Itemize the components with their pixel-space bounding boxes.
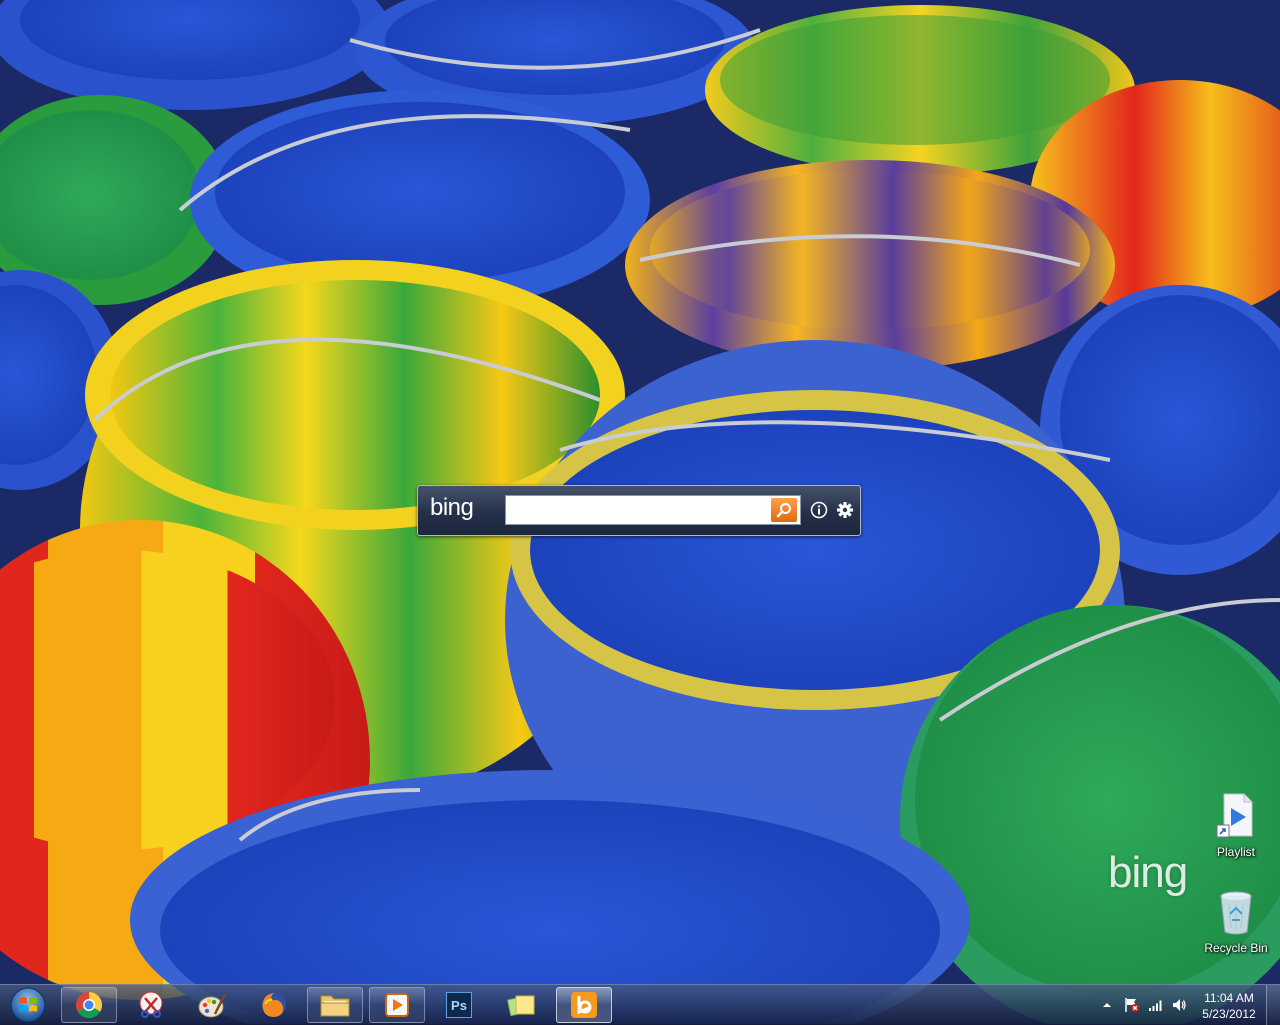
tray-network[interactable]	[1148, 997, 1164, 1018]
taskbar-button-sticky-notes[interactable]	[493, 987, 549, 1023]
paint-icon	[198, 993, 227, 1018]
bing-search-button[interactable]	[771, 498, 797, 522]
media-player-icon	[385, 993, 409, 1017]
desktop-icon-playlist[interactable]: Playlist	[1204, 792, 1268, 859]
clock-time: 11:04 AM	[1204, 991, 1254, 1005]
recycle-bin-icon	[1220, 891, 1252, 935]
bing-search-input[interactable]	[505, 495, 801, 525]
desktop-icon-label: Playlist	[1216, 845, 1255, 859]
tray-volume[interactable]	[1171, 997, 1187, 1018]
taskbar: Ps 11:04 AM 5/23/2012	[0, 984, 1280, 1025]
sticky-notes-icon	[506, 995, 535, 1017]
desktop-icon-label: Recycle Bin	[1204, 941, 1268, 955]
photoshop-icon: Ps	[446, 992, 472, 1018]
info-icon	[810, 501, 828, 519]
bing-watermark-logo: bing	[1108, 848, 1188, 897]
windows-start-orb	[10, 987, 46, 1023]
bing-logo: bing	[430, 494, 474, 521]
wireless-signal-icon	[1149, 1000, 1162, 1011]
taskbar-button-paint[interactable]	[184, 987, 240, 1023]
search-icon	[776, 503, 791, 518]
folder-icon	[320, 995, 350, 1017]
bing-desktop-search-bar: bing	[417, 485, 861, 536]
taskbar-button-chrome[interactable]	[61, 987, 117, 1023]
firefox-icon	[262, 993, 286, 1017]
taskbar-button-snipping-tool[interactable]	[123, 987, 179, 1023]
taskbar-clock[interactable]: 11:04 AM 5/23/2012	[1196, 990, 1262, 1022]
show-desktop-button[interactable]	[1266, 985, 1280, 1025]
bing-b-icon	[571, 992, 597, 1018]
gear-icon	[837, 502, 853, 518]
taskbar-button-bing-desktop[interactable]	[556, 987, 612, 1023]
photoshop-icon-label: Ps	[451, 997, 467, 1013]
tray-show-hidden-icons[interactable]	[1101, 998, 1113, 1016]
start-button[interactable]	[2, 986, 54, 1024]
tray-action-center[interactable]	[1124, 997, 1140, 1018]
taskbar-button-firefox[interactable]	[246, 987, 302, 1023]
taskbar-button-media-player[interactable]	[369, 987, 425, 1023]
speaker-icon	[1173, 999, 1186, 1011]
bing-settings-button[interactable]	[835, 500, 855, 520]
chrome-icon	[76, 992, 103, 1019]
bing-info-button[interactable]	[809, 500, 829, 520]
chevron-up-icon	[1103, 1003, 1111, 1007]
playlist-shortcut-icon	[1216, 793, 1253, 838]
snipping-tool-icon	[139, 991, 163, 1018]
clock-date: 5/23/2012	[1202, 1007, 1256, 1021]
taskbar-button-photoshop[interactable]: Ps	[431, 987, 487, 1023]
desktop-icon-recycle-bin[interactable]: Recycle Bin	[1204, 890, 1268, 955]
action-center-flag-icon	[1125, 998, 1139, 1012]
taskbar-button-windows-explorer[interactable]	[307, 987, 363, 1023]
